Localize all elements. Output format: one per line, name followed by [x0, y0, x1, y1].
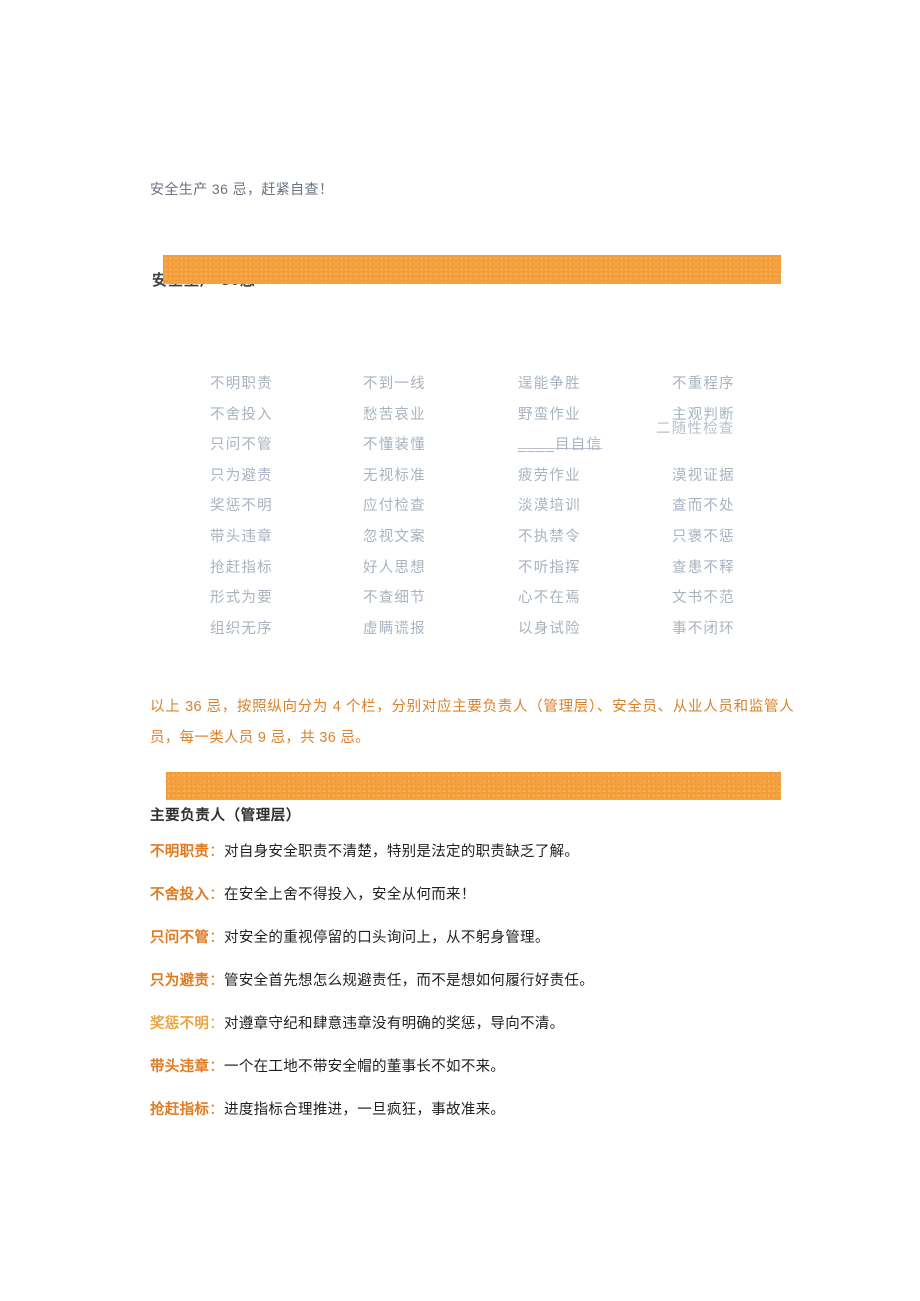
grid-cell: 不执禁令	[518, 528, 581, 545]
grid-cell: ____目自信	[518, 437, 603, 454]
detail-text: 在安全上舍不得投入，安全从何而来！	[224, 887, 476, 903]
orange-banner-section	[166, 772, 781, 800]
table-row: 带头违章 忽视文案 不执禁令 只褒不惩	[198, 527, 758, 558]
detail-term: 带头违章	[150, 1059, 210, 1075]
grid-cell: 只为避责	[210, 467, 273, 484]
table-row: 奖惩不明 应付检查 淡漠培训 查而不处	[198, 496, 758, 527]
grid-cell: 查患不释	[672, 559, 735, 576]
detail-term: 不舍投入	[150, 887, 210, 903]
grid-cell: 只褒不惩	[672, 528, 735, 545]
grid-cell: 应付检查	[363, 498, 426, 515]
grid-cell: 忽视文案	[363, 528, 426, 545]
detail-separator: ：	[209, 930, 225, 946]
table-row: 组织无序 虚瞒谎报 以身试险 事不闭环	[198, 619, 758, 650]
list-item: 不舍投入：在安全上舍不得投入，安全从何而来！	[150, 885, 850, 906]
grid-cell: 查而不处	[672, 498, 735, 515]
detail-term: 抢赶指标	[150, 1102, 210, 1118]
list-item: 抢赶指标：进度指标合理推进，一旦疯狂，事故准来。	[150, 1100, 850, 1121]
grid-cell: 抢赶指标	[210, 559, 273, 576]
detail-separator: ：	[209, 973, 225, 989]
list-item: 奖惩不明：对遵章守纪和肆意违章没有明确的奖惩，导向不清。	[150, 1014, 850, 1035]
detail-separator: ：	[209, 1059, 225, 1075]
grid-cell: 好人思想	[363, 559, 426, 576]
grid-cell: 虚瞒谎报	[363, 620, 426, 637]
detail-text: 进度指标合理推进，一旦疯狂，事故准来。	[224, 1102, 506, 1118]
grid-cell: 带头违章	[210, 528, 273, 545]
grid-cell: 不到一线	[363, 376, 426, 392]
detail-text: 一个在工地不带安全帽的董事长不如不来。	[224, 1059, 506, 1075]
detail-term: 不明职责	[150, 844, 210, 860]
section-heading: 主要负责人（管理层）	[150, 808, 301, 824]
grid-cell: 不明职责	[210, 376, 273, 392]
grid-cell: 不舍投入	[210, 406, 273, 423]
list-item: 只问不管：对安全的重视停留的口头询问上，从不躬身管理。	[150, 928, 850, 949]
grid-cell: 愁苦哀业	[363, 406, 426, 423]
list-item: 带头违章：一个在工地不带安全帽的董事长不如不来。	[150, 1057, 850, 1078]
detail-text: 对安全的重视停留的口头询问上，从不躬身管理。	[224, 930, 550, 946]
detail-text: 对自身安全职责不清楚，特别是法定的职责缺乏了解。	[224, 844, 580, 860]
grid-cell: 淡漠培训	[518, 498, 581, 515]
table-row: 不明职责 不到一线 逞能争胜 不重程序	[198, 374, 758, 405]
grid-cell: 不听指挥	[518, 559, 581, 576]
table-row: 形式为要 不查细节 心不在焉 文书不范	[198, 588, 758, 619]
detail-list: 不明职责：对自身安全职责不清楚，特别是法定的职责缺乏了解。 不舍投入：在安全上舍…	[150, 842, 850, 1143]
grid-cell: 奖惩不明	[210, 498, 273, 515]
table-row: 抢赶指标 好人思想 不听指挥 查患不释	[198, 558, 758, 589]
document-title: 安全生产 36 忌，赶紧自查！	[150, 181, 334, 197]
table-row: 只问不管 不懂装懂 ____目自信 二随性检查	[198, 421, 758, 466]
grid-cell: 事不闭环	[672, 620, 735, 637]
grid-cell: 形式为要	[210, 590, 273, 607]
grid-cell: 心不在焉	[518, 590, 581, 607]
grid-cell: 逞能争胜	[518, 376, 581, 392]
document-page: 安全生产 36 忌，赶紧自查！ 安全生产 36忌 不明职责 不到一线 逞能争胜 …	[0, 0, 920, 1301]
grid-cell: 以身试险	[518, 620, 581, 637]
grid-cell: 不懂装懂	[363, 437, 426, 454]
grid-cell: 二随性检查	[656, 421, 735, 438]
orange-banner-top	[163, 255, 781, 284]
list-item: 只为避责：管安全首先想怎么规避责任，而不是想如何履行好责任。	[150, 971, 850, 992]
detail-term: 只为避责	[150, 973, 210, 989]
explanatory-note: 以上 36 忌，按照纵向分为 4 个栏，分别对应主要负责人（管理层）、安全员、从…	[150, 699, 794, 746]
grid-cell: 疲劳作业	[518, 467, 581, 484]
taboo-grid: 不明职责 不到一线 逞能争胜 不重程序 不舍投入 愁苦哀业 野蛮作业 主观判断 …	[198, 374, 758, 649]
grid-cell: 文书不范	[672, 590, 735, 607]
detail-text: 对遵章守纪和肆意违章没有明确的奖惩，导向不清。	[224, 1016, 565, 1032]
list-item: 不明职责：对自身安全职责不清楚，特别是法定的职责缺乏了解。	[150, 842, 850, 863]
grid-cell: 不查细节	[363, 590, 426, 607]
detail-separator: ：	[209, 1102, 225, 1118]
detail-term: 奖惩不明	[150, 1016, 210, 1032]
detail-separator: ：	[209, 887, 225, 903]
detail-term: 只问不管	[150, 930, 210, 946]
grid-cell: 野蛮作业	[518, 406, 581, 423]
grid-cell: 只问不管	[210, 437, 273, 454]
grid-cell: 组织无序	[210, 620, 273, 637]
grid-cell: 不重程序	[672, 376, 735, 392]
grid-cell: 无视标准	[363, 467, 426, 484]
detail-text: 管安全首先想怎么规避责任，而不是想如何履行好责任。	[224, 973, 595, 989]
table-row: 只为避责 无视标准 疲劳作业 漠视证据	[198, 466, 758, 497]
grid-cell: 漠视证据	[672, 467, 735, 484]
detail-separator: ：	[209, 1016, 225, 1032]
detail-separator: ：	[209, 844, 225, 860]
